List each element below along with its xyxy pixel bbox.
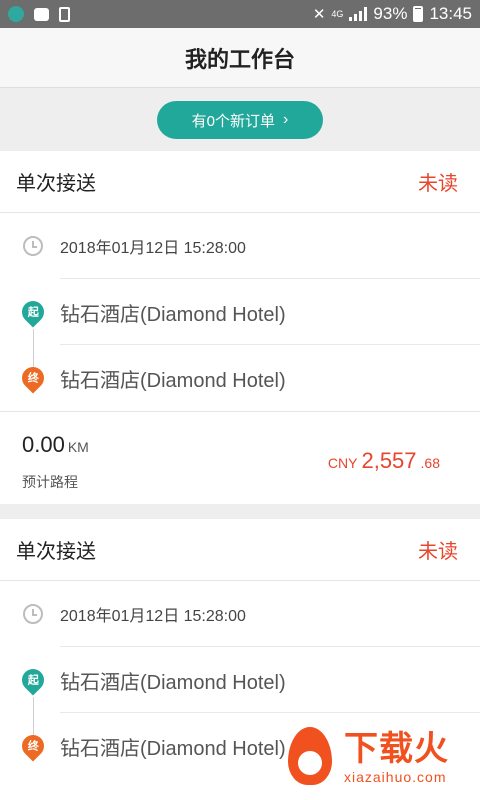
route-connector — [33, 697, 34, 735]
battery-percent: 93% — [373, 4, 408, 23]
order-time: 2018年01月12日 15:28:00 — [60, 608, 246, 625]
price-currency: CNY — [327, 455, 358, 471]
app-header: 我的工作台 — [0, 28, 480, 88]
status-bar: ✕ 4G 93% 13:45 — [0, 0, 480, 28]
order-card[interactable]: 单次接送 未读 2018年01月12日 15:28:00 起 钻石酒店(Diam… — [0, 151, 480, 504]
start-location: 钻石酒店(Diamond Hotel) — [60, 671, 286, 694]
order-type: 单次接送 — [16, 541, 96, 563]
new-orders-button[interactable]: 有0个新订单 › — [157, 101, 323, 139]
end-location: 钻石酒店(Diamond Hotel) — [60, 369, 286, 392]
end-pin-icon: 终 — [17, 362, 49, 394]
battery-saver-icon — [59, 6, 70, 22]
battery-icon — [413, 6, 424, 22]
start-location-row: 起 钻石酒店(Diamond Hotel) — [0, 279, 480, 345]
notice-bar: 有0个新订单 › — [0, 89, 480, 151]
order-time: 2018年01月12日 15:28:00 — [60, 240, 246, 257]
page-title: 我的工作台 — [184, 46, 295, 72]
new-orders-label: 有0个新订单 — [191, 112, 275, 130]
start-pin-icon: 起 — [17, 664, 49, 696]
distance-label: 预计路程 — [22, 474, 78, 490]
mute-icon: ✕ — [312, 6, 326, 23]
start-location: 钻石酒店(Diamond Hotel) — [60, 303, 286, 326]
order-summary: 0.00 KM 预计路程 CNY 2,557 .68 — [0, 411, 480, 505]
order-time-row: 2018年01月12日 15:28:00 — [0, 581, 480, 647]
watermark: 下载火 xiazaihuo.com — [282, 722, 474, 792]
price-integer: 2,557 — [361, 448, 417, 473]
signal-icon — [349, 7, 368, 21]
route-connector — [33, 329, 34, 367]
distance-value: 0.00 KM — [22, 432, 89, 457]
order-card-header: 单次接送 未读 — [0, 519, 480, 581]
chevron-right-icon: › — [283, 111, 289, 128]
price-decimal: .68 — [420, 455, 440, 471]
order-type: 单次接送 — [16, 173, 96, 195]
clock-icon — [23, 236, 43, 256]
clock-time: 13:45 — [429, 4, 472, 23]
flame-logo-icon — [282, 725, 338, 789]
order-status: 未读 — [418, 173, 458, 195]
order-card-header: 单次接送 未读 — [0, 151, 480, 213]
end-pin-icon: 终 — [17, 730, 49, 762]
end-location-row: 终 钻石酒店(Diamond Hotel) — [0, 345, 480, 411]
watermark-cn: 下载火 — [344, 730, 449, 768]
order-price: CNY 2,557 .68 — [328, 448, 440, 474]
clock-icon — [23, 604, 43, 624]
message-icon — [34, 7, 49, 21]
network-type: 4G — [331, 8, 344, 19]
app-notification-icon — [8, 6, 24, 22]
order-status: 未读 — [418, 541, 458, 563]
distance-unit: KM — [67, 439, 89, 455]
order-time-row: 2018年01月12日 15:28:00 — [0, 213, 480, 279]
start-location-row: 起 钻石酒店(Diamond Hotel) — [0, 647, 480, 713]
start-pin-icon: 起 — [17, 296, 49, 328]
end-location: 钻石酒店(Diamond Hotel) — [60, 737, 286, 760]
watermark-en: xiazaihuo.com — [344, 769, 447, 785]
